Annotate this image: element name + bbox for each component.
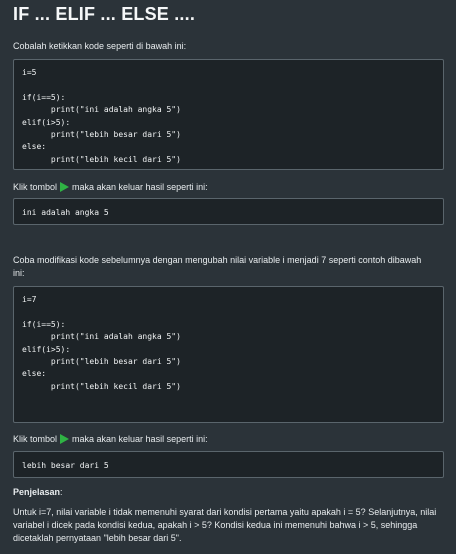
play-icon	[60, 434, 70, 444]
code-block-1-content[interactable]: i=5 if(i==5): print("ini adalah angka 5"…	[22, 67, 435, 166]
code-block-2[interactable]: i=7 if(i==5): print("ini adalah angka 5"…	[13, 286, 444, 423]
code-block-2-content[interactable]: i=7 if(i==5): print("ini adalah angka 5"…	[22, 294, 435, 393]
output-block-2: lebih besar dari 5	[13, 451, 444, 478]
run-hint-2: Klik tombol maka akan keluar hasil sepert…	[13, 433, 208, 446]
run-hint-1-after: maka akan keluar hasil seperti ini:	[72, 182, 208, 192]
run-hint-2-after: maka akan keluar hasil seperti ini:	[72, 434, 208, 444]
run-hint-2-before: Klik tombol	[13, 434, 58, 444]
play-icon	[60, 182, 70, 192]
run-hint-1-before: Klik tombol	[13, 182, 58, 192]
output-block-2-content: lebih besar dari 5	[22, 461, 109, 470]
explanation-heading-colon: :	[60, 487, 63, 497]
code-block-1[interactable]: i=5 if(i==5): print("ini adalah angka 5"…	[13, 59, 444, 170]
page-title: IF ... ELIF ... ELSE ....	[13, 4, 196, 24]
output-block-1-content: ini adalah angka 5	[22, 208, 109, 217]
modify-text: Coba modifikasi kode sebelumnya dengan m…	[13, 255, 422, 278]
intro-text: Cobalah ketikkan kode seperti di bawah i…	[13, 41, 187, 51]
explanation-heading: Penjelasan:	[13, 486, 63, 499]
run-hint-1: Klik tombol maka akan keluar hasil sepert…	[13, 181, 208, 194]
output-block-1: ini adalah angka 5	[13, 198, 444, 225]
explanation-text: Untuk i=7, nilai variable i tidak memenu…	[13, 507, 437, 543]
explanation-heading-label: Penjelasan	[13, 487, 61, 497]
